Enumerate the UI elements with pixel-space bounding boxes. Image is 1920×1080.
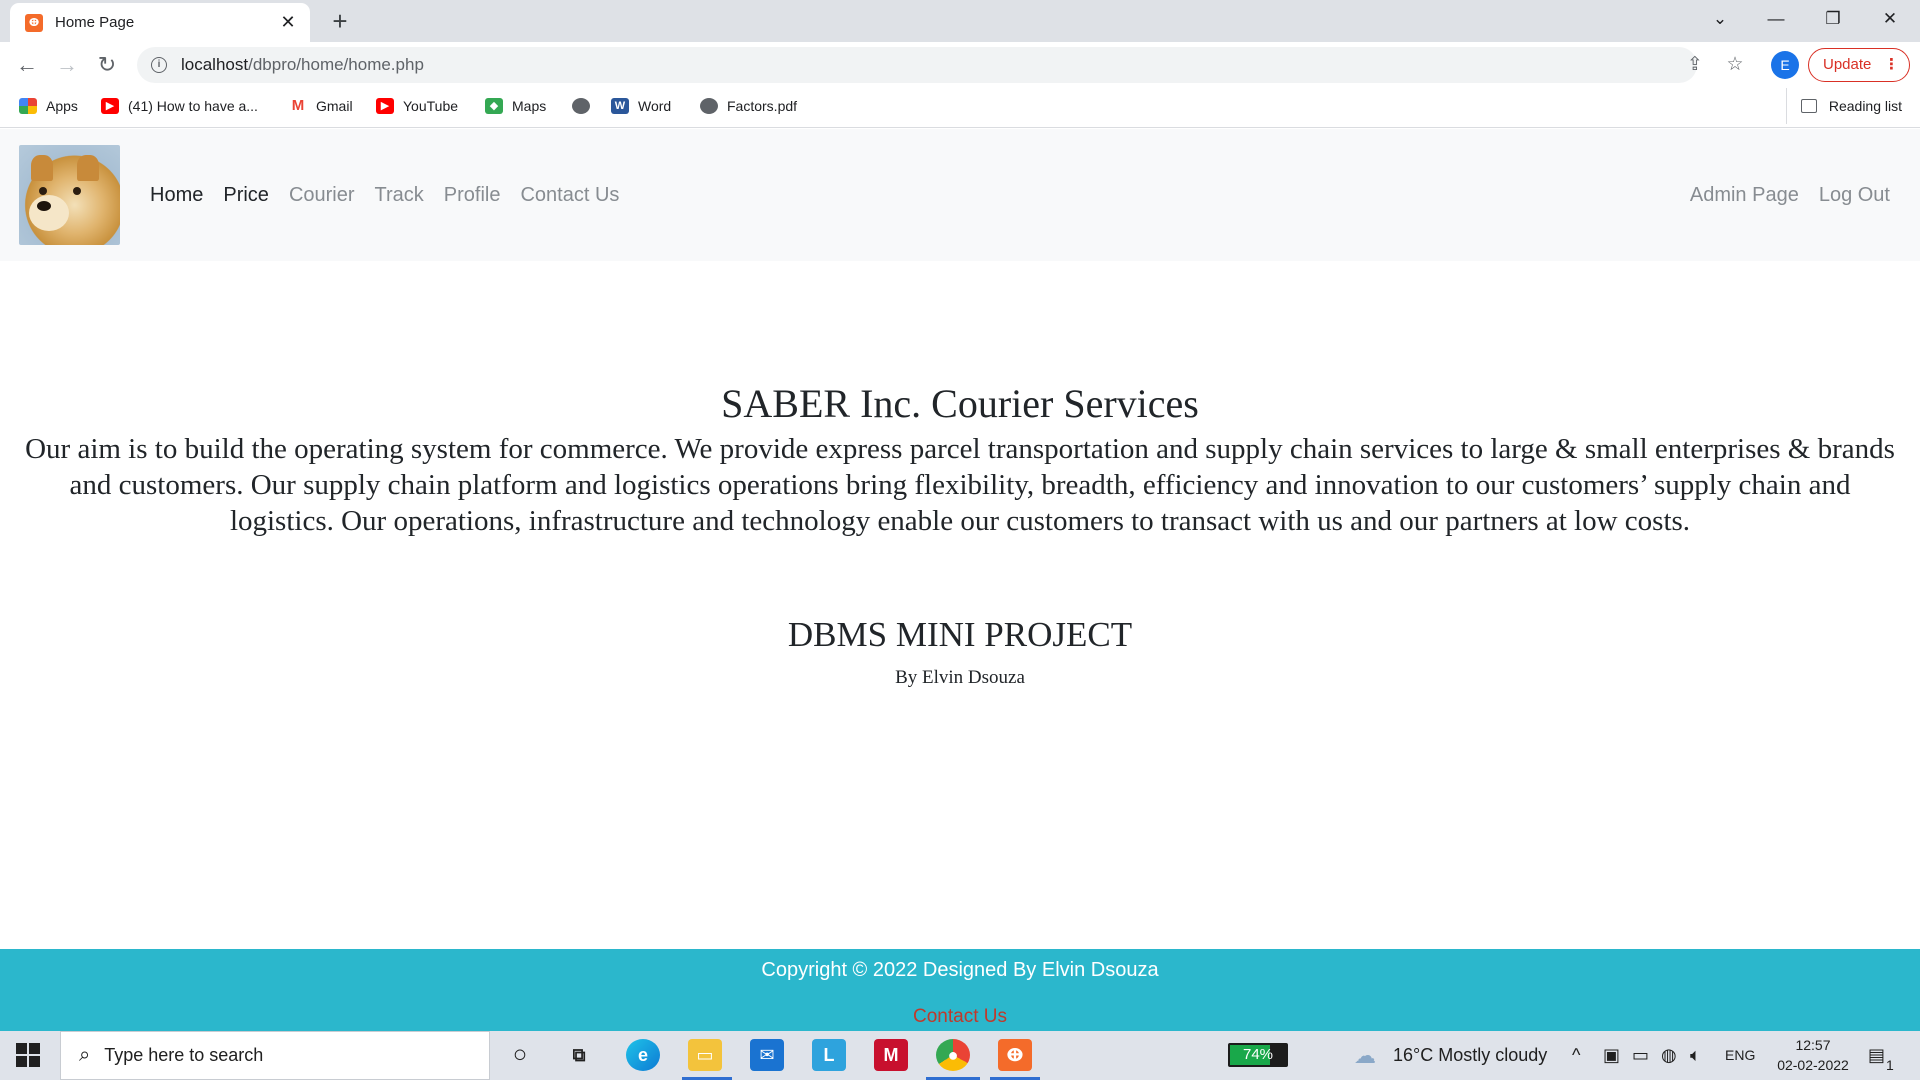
- weather-cloud-icon[interactable]: ☁: [1354, 1031, 1376, 1080]
- nav-right-links: Admin Page Log Out: [1670, 129, 1890, 261]
- windows-taskbar: ⌕ Type here to search ○ ⧉ e ▭ ✉ L M ● ⴲ …: [0, 1031, 1920, 1080]
- restore-button[interactable]: ❐: [1805, 0, 1861, 38]
- hero-section: SABER Inc. Courier Services Our aim is t…: [0, 380, 1920, 539]
- page-title: SABER Inc. Courier Services: [721, 381, 1199, 426]
- bookmark-star-icon[interactable]: ☆: [1720, 50, 1750, 80]
- l-app-icon[interactable]: L: [812, 1039, 846, 1071]
- cortana-icon[interactable]: ○: [503, 1039, 537, 1071]
- bookmark-maps[interactable]: ◆ Maps: [485, 88, 546, 124]
- bookmark-word[interactable]: W Word: [611, 88, 671, 124]
- taskbar-search-input[interactable]: ⌕ Type here to search: [60, 1031, 490, 1080]
- nav-profile[interactable]: Profile: [444, 184, 501, 207]
- mail-icon[interactable]: ✉: [750, 1039, 784, 1071]
- edge-icon[interactable]: e: [626, 1039, 660, 1071]
- xampp-icon[interactable]: ⴲ: [998, 1039, 1032, 1071]
- bookmark-factors-pdf[interactable]: Factors.pdf: [700, 88, 797, 124]
- bookmark-gmail[interactable]: M Gmail: [289, 88, 353, 124]
- site-navbar: Home Price Courier Track Profile Contact…: [0, 129, 1920, 261]
- xampp-favicon-icon: ⴲ: [25, 13, 43, 32]
- globe-icon: [572, 98, 590, 114]
- forward-arrow-icon[interactable]: →: [52, 50, 82, 80]
- clock-date: 02-02-2022: [1777, 1057, 1849, 1073]
- network-globe-icon[interactable]: ◍: [1661, 1031, 1677, 1080]
- profile-avatar[interactable]: E: [1771, 51, 1799, 79]
- reload-icon[interactable]: ↻: [92, 50, 122, 80]
- notification-count: 1: [1886, 1057, 1894, 1073]
- gmail-icon: M: [289, 98, 307, 114]
- nav-courier[interactable]: Courier: [289, 184, 355, 207]
- nav-admin-page[interactable]: Admin Page: [1690, 184, 1799, 207]
- back-arrow-icon[interactable]: ←: [12, 50, 42, 80]
- battery-meter[interactable]: 74%: [1228, 1043, 1288, 1067]
- logo-ear-left: [31, 155, 53, 181]
- windows-start-icon[interactable]: [16, 1043, 40, 1067]
- weather-text[interactable]: 16°C Mostly cloudy: [1393, 1031, 1547, 1080]
- notifications-icon[interactable]: ▤: [1868, 1031, 1885, 1080]
- logo-snout: [29, 195, 69, 231]
- nav-log-out[interactable]: Log Out: [1819, 184, 1890, 207]
- browser-tab-home-page[interactable]: ⴲ Home Page ✕: [10, 3, 310, 42]
- close-window-button[interactable]: ✕: [1862, 0, 1918, 38]
- new-tab-button[interactable]: +: [325, 6, 355, 36]
- language-indicator[interactable]: ENG: [1725, 1031, 1755, 1080]
- main-nav: Home Price Courier Track Profile Contact…: [150, 129, 639, 261]
- apps-grid-icon: [19, 98, 37, 114]
- search-icon: ⌕: [79, 1044, 91, 1066]
- file-explorer-icon[interactable]: ▭: [688, 1039, 722, 1071]
- doge-logo[interactable]: [19, 145, 120, 245]
- nav-home[interactable]: Home: [150, 184, 203, 207]
- reading-list-button[interactable]: Reading list: [1785, 88, 1902, 124]
- maps-icon: ◆: [485, 98, 503, 114]
- task-view-icon[interactable]: ⧉: [562, 1039, 596, 1071]
- volume-icon[interactable]: 🔈︎: [1690, 1031, 1701, 1080]
- mcafee-icon[interactable]: M: [874, 1039, 908, 1071]
- word-icon: W: [611, 98, 629, 114]
- share-icon[interactable]: ⇪: [1680, 50, 1710, 80]
- url-omnibox[interactable]: i localhost/dbpro/home/home.php: [137, 47, 1697, 83]
- bookmark-apps[interactable]: Apps: [19, 88, 78, 124]
- logo-eye-left: [39, 187, 47, 195]
- project-section: DBMS MINI PROJECT By Elvin Dsouza: [0, 615, 1920, 689]
- youtube-icon: ▶: [101, 98, 119, 114]
- nav-track[interactable]: Track: [375, 184, 424, 207]
- nav-price[interactable]: Price: [223, 184, 269, 207]
- site-footer: Copyright © 2022 Designed By Elvin Dsouz…: [0, 949, 1920, 1031]
- logo-eye-right: [73, 187, 81, 195]
- tab-search-chevron-icon[interactable]: ⌄: [1692, 0, 1748, 38]
- hero-description: Our aim is to build the operating system…: [25, 433, 1895, 537]
- meet-now-icon[interactable]: ▣: [1603, 1031, 1620, 1080]
- logo-nose: [37, 201, 51, 211]
- chrome-icon[interactable]: ●: [936, 1039, 970, 1071]
- battery-percent: 74%: [1242, 1046, 1274, 1063]
- footer-contact-link[interactable]: Contact Us: [913, 1006, 1007, 1028]
- tab-strip: ⴲ Home Page ✕ + ⌄ — ❐ ✕: [0, 0, 1920, 42]
- bookmarks-bar: Apps ▶ (41) How to have a... M Gmail ▶ Y…: [0, 88, 1920, 128]
- tab-title: Home Page: [55, 14, 135, 31]
- globe-icon: [700, 98, 718, 114]
- bookmark-globe[interactable]: [572, 88, 599, 124]
- battery-icon[interactable]: ▭: [1632, 1031, 1649, 1080]
- project-title: DBMS MINI PROJECT: [787, 615, 1133, 654]
- menu-dots-icon: ⋮: [1884, 56, 1899, 73]
- logo-ear-right: [77, 155, 99, 181]
- reading-list-icon: [1800, 99, 1817, 113]
- update-button[interactable]: Update ⋮: [1808, 48, 1910, 82]
- url-text: localhost/dbpro/home/home.php: [181, 55, 424, 74]
- address-bar-row: ← → ↻ i localhost/dbpro/home/home.php ⇪ …: [0, 42, 1920, 88]
- close-tab-icon[interactable]: ✕: [278, 12, 298, 33]
- bookmark-youtube-video[interactable]: ▶ (41) How to have a...: [101, 88, 258, 124]
- bookmark-youtube[interactable]: ▶ YouTube: [376, 88, 458, 124]
- taskbar-clock[interactable]: 12:57 02-02-2022: [1768, 1035, 1858, 1075]
- footer-copyright: Copyright © 2022 Designed By Elvin Dsouz…: [761, 959, 1159, 981]
- youtube-icon: ▶: [376, 98, 394, 114]
- tray-overflow-chevron-icon[interactable]: ^: [1572, 1031, 1580, 1080]
- nav-contact-us[interactable]: Contact Us: [520, 184, 619, 207]
- minimize-button[interactable]: —: [1748, 0, 1804, 38]
- clock-time: 12:57: [1795, 1037, 1831, 1053]
- project-author: By Elvin Dsouza: [895, 667, 1025, 688]
- site-info-icon[interactable]: i: [151, 57, 167, 73]
